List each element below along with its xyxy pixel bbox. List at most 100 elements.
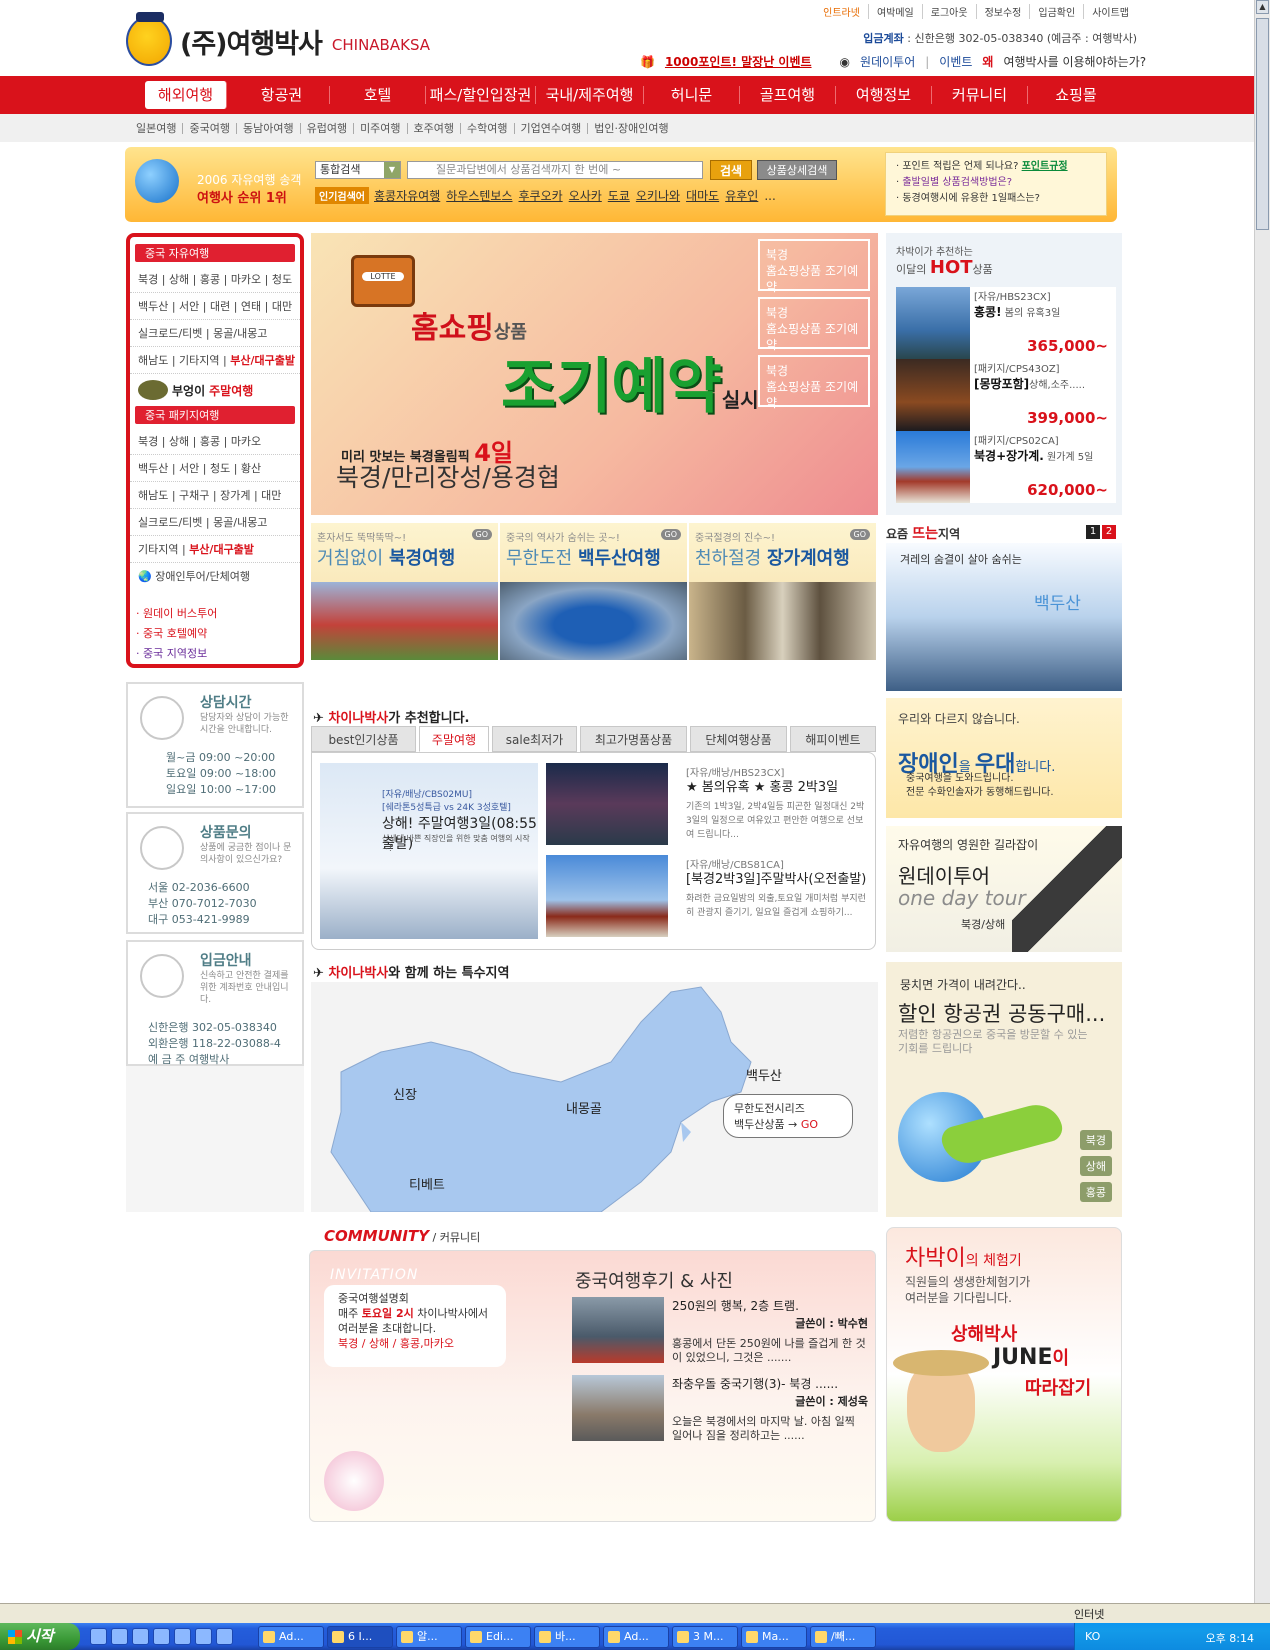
oneday-tour-link[interactable]: 원데이투어: [860, 53, 915, 70]
top-link-intranet[interactable]: 인트라넷: [815, 4, 868, 19]
start-button[interactable]: 시작: [0, 1623, 80, 1650]
menu-row[interactable]: 백두산 | 서안 | 청도 | 황산: [130, 455, 300, 482]
subnav-seasia[interactable]: 동남아여행: [235, 122, 300, 134]
keyword-link[interactable]: 오키나와: [636, 187, 680, 204]
menu-row[interactable]: 백두산 | 서안 | 대련 | 연태 | 대만: [130, 293, 300, 320]
search-scope-select[interactable]: 통합검색: [315, 161, 401, 179]
taskbar-button[interactable]: 바...: [534, 1626, 600, 1648]
menu-row[interactable]: 기타지역 | 부산/대구출발: [130, 536, 300, 563]
nav-community[interactable]: 커뮤니티: [932, 86, 1028, 104]
subnav-australia[interactable]: 호주여행: [406, 122, 460, 134]
tab-group[interactable]: 단체여행상품: [690, 726, 787, 752]
taskbar-button[interactable]: Ad...: [603, 1626, 669, 1648]
product-thumb[interactable]: [546, 855, 668, 937]
hot-item[interactable]: [자유/HBS23CX] 홍콩! 봄의 유혹3일 365,000~: [896, 287, 1116, 359]
menu-row-text[interactable]: 기타지역 |: [138, 543, 189, 556]
banner-side-button[interactable]: 북경 홈쇼핑상품 조기예약: [758, 297, 870, 352]
group-tour-link[interactable]: 🌏 장애인투어/단체여행: [130, 563, 300, 590]
map-label-baekdu[interactable]: 백두산: [746, 1065, 782, 1084]
search-input[interactable]: 질문과답변에서 상품검색까지 한 번에 ~: [407, 161, 703, 179]
map-label-inner-mongolia[interactable]: 내몽골: [566, 1098, 602, 1117]
page-2-button[interactable]: 2: [1102, 525, 1116, 539]
bus-tour-link[interactable]: · 원데이 버스투어: [136, 604, 294, 624]
dest-card-beijing[interactable]: 혼자서도 뚝딱뚝딱~! 거침없이 북경여행 GO: [311, 523, 498, 660]
review-item[interactable]: 좌충우돌 중국기행(3)- 북경 ...... 글쓴이 : 제성욱 오늘은 북경…: [572, 1375, 868, 1442]
dest-card-baekdu[interactable]: 중국의 역사가 숨쉬는 곳~! 무한도전 백두산여행 GO: [500, 523, 687, 660]
review-item[interactable]: 250원의 행복, 2층 트램. 글쓴이 : 박수현 홍콩에서 단돈 250원에…: [572, 1297, 868, 1364]
menu-row[interactable]: 북경 | 상해 | 홍콩 | 마카오: [130, 428, 300, 455]
region-info-link[interactable]: · 중국 지역정보: [136, 644, 294, 664]
go-button[interactable]: GO: [471, 529, 492, 540]
menu-row[interactable]: 실크로드/티벳 | 몽골/내몽고: [130, 320, 300, 347]
point-rule-link[interactable]: 포인트규정: [1022, 161, 1068, 172]
menu-row[interactable]: 북경 | 상해 | 홍콩 | 마카오 | 청도: [130, 266, 300, 293]
busan-daegu-link[interactable]: 부산/대구출발: [230, 354, 295, 367]
invitation-card[interactable]: 중국여행설명회 매주 토요일 2시 차이나박사에서 여러분을 초대합니다. 북경…: [324, 1285, 506, 1367]
faq-item[interactable]: 동경여행시에 유용한 1일패스는?: [902, 193, 1040, 204]
disabled-travel-promo[interactable]: 우리와 다르지 않습니다. 장애인을 우대합니다. 중국여행을 도와드립니다. 전…: [886, 698, 1122, 818]
group-airfare-promo[interactable]: 뭉치면 가격이 내려간다.. 할인 항공권 공동구매... 저렴한 항공권으로 …: [886, 962, 1122, 1217]
keyword-link[interactable]: 하우스텐보스: [446, 187, 512, 204]
quicklaunch-icon[interactable]: [111, 1628, 128, 1645]
top-link-sitemap[interactable]: 사이트맵: [1083, 4, 1137, 19]
subnav-europe[interactable]: 유럽여행: [299, 122, 353, 134]
quicklaunch-icon[interactable]: [132, 1628, 149, 1645]
nav-domestic[interactable]: 국내/제주여행: [536, 86, 644, 104]
detail-search-button[interactable]: 상품상세검색: [757, 160, 837, 180]
nav-travel-info[interactable]: 여행정보: [836, 86, 932, 104]
map-label-tibet[interactable]: 티베트: [409, 1174, 445, 1193]
tab-weekend[interactable]: 주말여행: [419, 726, 489, 752]
tab-best[interactable]: best인기상품: [311, 726, 416, 752]
banner-side-button[interactable]: 북경 홈쇼핑상품 조기예약: [758, 239, 870, 294]
product-item[interactable]: [자유/배낭/CBS81CA] [북경2박3일]주말박사(오전출발) 화려한 금…: [686, 859, 868, 920]
quicklaunch-icon[interactable]: [195, 1628, 212, 1645]
event-link[interactable]: 이벤트: [939, 53, 972, 70]
banner-side-button[interactable]: 북경 홈쇼핑상품 조기예약: [758, 355, 870, 410]
map-label-xinjiang[interactable]: 신장: [393, 1084, 417, 1103]
oneday-tour-promo[interactable]: 자유여행의 영원한 길라잡이 원데이투어 one day tour 북경/상해: [886, 826, 1122, 952]
nav-golf[interactable]: 골프여행: [740, 86, 836, 104]
go-button[interactable]: GO: [849, 529, 870, 540]
quicklaunch-icon[interactable]: [90, 1628, 107, 1645]
search-button[interactable]: 검색: [710, 160, 752, 180]
why-link[interactable]: 여행박사를 이용해야하는가?: [1003, 53, 1146, 70]
taskbar-button[interactable]: /빼...: [810, 1626, 876, 1648]
top-link-deposit-check[interactable]: 입금확인: [1029, 4, 1083, 19]
homeshopping-banner[interactable]: LOTTE 홈쇼핑상품 조기예약실시 미리 맛보는 북경올림픽 4일 북경/만리…: [311, 233, 878, 515]
faq-item[interactable]: 포인트 적립은 언제 되나요?: [902, 161, 1018, 172]
go-button[interactable]: GO: [660, 529, 681, 540]
tab-sale[interactable]: sale최저가: [492, 726, 577, 752]
nav-hotel[interactable]: 호텔: [330, 86, 426, 104]
dest-card-zhangjiajie[interactable]: 중국절경의 진수~! 천하절경 장가계여행 GO: [689, 523, 876, 660]
top-link-logout[interactable]: 로그아웃: [921, 4, 976, 19]
subnav-japan[interactable]: 일본여행: [130, 123, 182, 134]
vertical-scrollbar[interactable]: ▲: [1254, 0, 1270, 1603]
product-thumb[interactable]: [546, 763, 668, 845]
taskbar-button[interactable]: Ad...: [258, 1626, 324, 1648]
nav-shopping[interactable]: 쇼핑몰: [1028, 86, 1124, 104]
owl-weekend-banner[interactable]: 부엉이 주말여행: [130, 374, 300, 406]
taskbar-button[interactable]: 3 M...: [672, 1626, 738, 1648]
nav-honeymoon[interactable]: 허니문: [644, 86, 740, 104]
keyword-link[interactable]: 유후인: [725, 187, 758, 204]
keyword-link[interactable]: 후쿠오카: [519, 187, 563, 204]
hotel-booking-link[interactable]: · 중국 호텔예약: [136, 624, 294, 644]
page-1-button[interactable]: 1: [1086, 525, 1100, 539]
city-tag-hongkong[interactable]: 홍콩: [1079, 1182, 1112, 1202]
menu-row[interactable]: 해남도 | 구채구 | 장가계 | 대만: [130, 482, 300, 509]
point-event-link[interactable]: 1000포인트! 말장난 이벤트: [665, 53, 812, 70]
hot-item[interactable]: [패키지/CPS43OZ] [몽땅포함]상해,소주..... 399,000~: [896, 359, 1116, 431]
scroll-up-arrow-icon[interactable]: ▲: [1256, 0, 1269, 14]
subnav-school[interactable]: 수학여행: [460, 122, 513, 134]
menu-row-text[interactable]: 해남도 | 기타지역 |: [138, 354, 230, 367]
nav-airline[interactable]: 항공권: [234, 86, 330, 104]
menu-row[interactable]: 실크로드/티벳 | 몽골/내몽고: [130, 509, 300, 536]
quicklaunch-icon[interactable]: [216, 1628, 233, 1645]
keyword-link[interactable]: 대마도: [686, 187, 719, 204]
subnav-special[interactable]: 법인·장애인여행: [587, 122, 674, 134]
tab-premium[interactable]: 최고가명품상품: [580, 726, 687, 752]
taskbar-button[interactable]: 6 I...: [327, 1626, 393, 1648]
top-link-mail[interactable]: 여박메일: [867, 4, 922, 19]
baekdu-callout[interactable]: 무한도전시리즈 백두산상품 → GO: [723, 1094, 853, 1138]
city-tag-shanghai[interactable]: 상해: [1079, 1156, 1112, 1176]
